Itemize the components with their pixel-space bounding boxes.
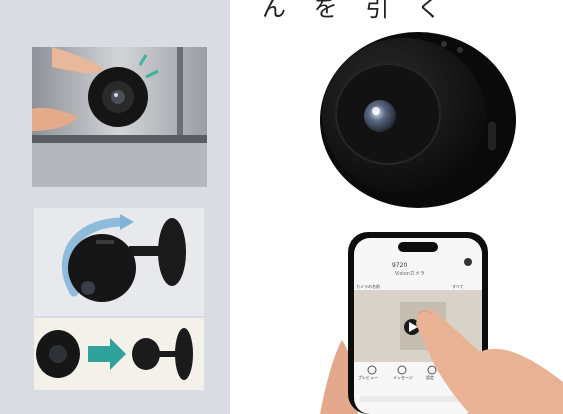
phone-time-text: 9720 bbox=[392, 262, 408, 269]
phone-toolbar-label-message: メッセージ bbox=[393, 375, 413, 380]
mount-rotation-illustration bbox=[34, 208, 204, 316]
mount-attach-photo bbox=[34, 318, 204, 390]
fridge-photo-illustration bbox=[32, 47, 207, 187]
phone-left-label: カメラの名前 bbox=[356, 284, 380, 289]
phone-subtitle-text: Visionカメラ bbox=[395, 271, 425, 277]
mount-rotation-photo bbox=[34, 208, 204, 316]
phone-in-hand bbox=[320, 232, 563, 414]
fridge-photo bbox=[32, 47, 207, 187]
mount-attach-illustration bbox=[34, 318, 204, 390]
phone-toolbar-label-settings: 設定 bbox=[426, 375, 434, 380]
phone-right-label: すべて bbox=[452, 284, 464, 289]
mini-camera-product bbox=[320, 32, 516, 208]
phone-toolbar-label-preview: プレビュー bbox=[358, 375, 378, 380]
